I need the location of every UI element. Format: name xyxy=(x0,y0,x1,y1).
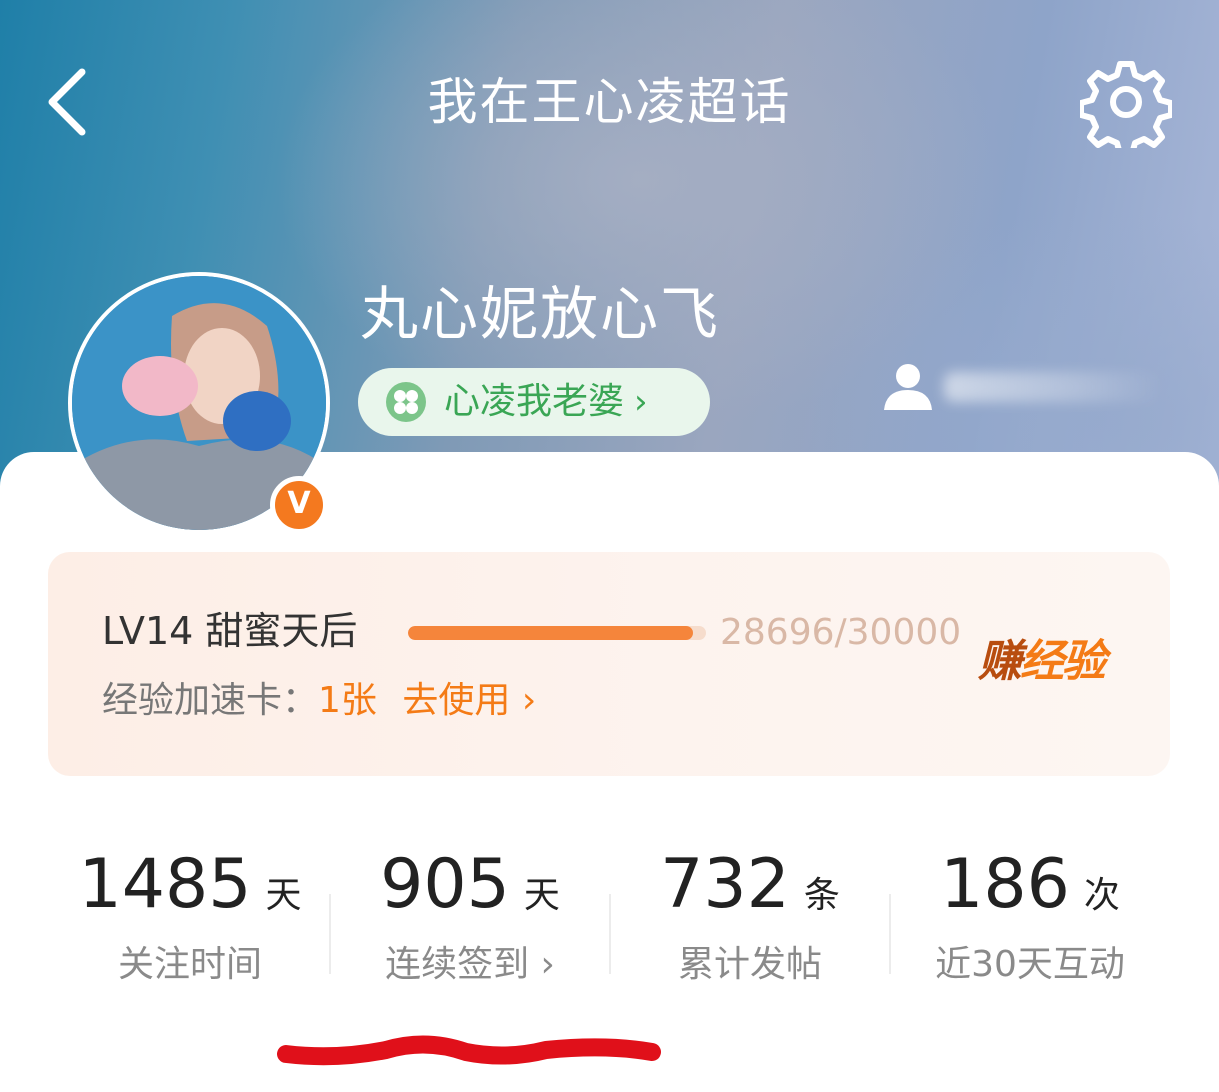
red-underline-annotation xyxy=(277,1035,661,1066)
level-name: LV14 甜蜜天后 xyxy=(102,609,358,653)
stat-label: 累计发帖 xyxy=(677,944,822,985)
stat-label: 连续签到 › xyxy=(385,944,555,985)
speed-card-label: 经验加速卡： xyxy=(102,680,319,721)
level-progress-fill xyxy=(408,626,694,640)
blurred-info xyxy=(944,372,1164,402)
stat-value: 186 xyxy=(940,845,1070,924)
gear-icon xyxy=(1078,61,1174,157)
earn-experience-button[interactable]: 赚经验 xyxy=(978,634,1106,690)
stat-unit: 天 xyxy=(265,875,302,916)
page-title: 我在王心凌超话 xyxy=(427,73,792,131)
stat-label: 关注时间 xyxy=(117,944,262,985)
settings-button[interactable] xyxy=(1078,56,1174,157)
fan-title-label: 心凌我老婆 xyxy=(444,381,625,422)
stat-value: 732 xyxy=(660,845,790,924)
stat-interactions-30d: 186 次 近30天互动 xyxy=(890,840,1170,1000)
stat-unit: 条 xyxy=(803,875,840,916)
stat-value: 905 xyxy=(380,845,510,924)
stats-row: 1485 天 关注时间 905 天 连续签到 › 732 条 累计发帖 186 次 近3… xyxy=(50,840,1170,1030)
username: 丸心妮放心飞 xyxy=(360,280,721,348)
stat-total-posts: 732 条 累计发帖 xyxy=(610,840,890,1000)
clover-icon xyxy=(386,382,426,422)
use-speed-card-link[interactable]: 去使用 › xyxy=(402,680,536,721)
user-icon xyxy=(884,364,932,410)
level-progress-text: 28696/30000 xyxy=(720,612,962,653)
stat-checkin-streak[interactable]: 905 天 连续签到 › xyxy=(330,840,610,1000)
speed-card-row: 经验加速卡：1张 去使用 › xyxy=(102,676,536,726)
top-bar: 我在王心凌超话 xyxy=(0,0,1219,210)
speed-card-count: 1张 xyxy=(318,680,377,721)
stat-label: 近30天互动 xyxy=(935,944,1125,985)
chevron-right-icon: › xyxy=(634,382,648,422)
stat-follow-days: 1485 天 关注时间 xyxy=(50,840,330,1000)
stat-unit: 次 xyxy=(1083,875,1120,916)
verified-badge: V xyxy=(270,476,328,534)
fan-title-chip[interactable]: 心凌我老婆 › xyxy=(358,368,710,436)
stat-unit: 天 xyxy=(523,875,560,916)
stat-value: 1485 xyxy=(78,845,252,924)
level-progress-bar xyxy=(408,626,706,640)
